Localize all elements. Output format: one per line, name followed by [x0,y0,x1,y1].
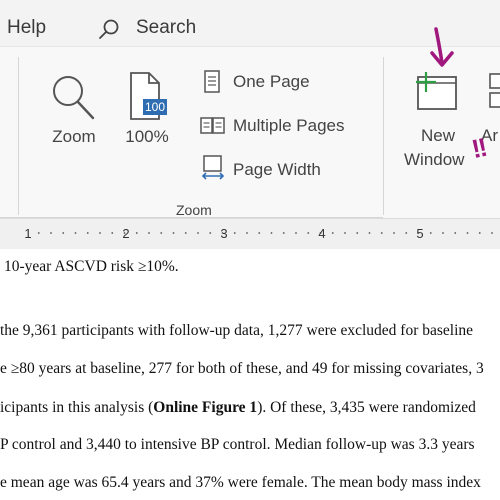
search-icon[interactable] [98,18,120,40]
ruler-tick [295,232,297,234]
one-page-icon [204,70,220,93]
zoom-group-label: Zoom [176,202,212,218]
zoom-button[interactable]: Zoom [38,69,110,179]
multiple-pages-button[interactable]: Multiple Pages [200,113,370,141]
document-line-2: the 9,361 participants with follow-up da… [0,322,474,339]
ribbon-separator [18,57,19,215]
magnifier-icon [53,76,95,120]
ruler-number: 5 [416,226,423,241]
ruler-tick [111,232,114,234]
ruler-tick [148,232,150,234]
ruler-number: 4 [318,226,325,241]
ruler-tick [86,232,89,234]
ruler-tick [99,232,101,234]
zoom-button-label: Zoom [52,127,96,146]
ruler-tick [258,232,261,234]
new-window-label-line1: New [420,126,455,145]
ruler-tick [356,232,359,234]
search-box[interactable]: Search [136,17,196,39]
page-width-icon [201,155,225,180]
document-page[interactable]: 10-year ASCVD risk ≥10%. the 9,361 parti… [0,249,500,500]
new-window-icon [416,72,457,110]
ruler-tick [307,232,310,234]
ruler-tick [368,232,371,234]
ruler-number: 2 [122,226,129,241]
ruler-tick [454,232,457,234]
ruler-tick [62,232,65,234]
ruler-tick [393,232,395,234]
document-line-4: icipants in this analysis (Online Figure… [0,399,476,417]
ruler-tick [478,232,481,234]
ruler-tick [74,232,77,234]
document-line-4-part-2: ). Of these, 3,435 were randomized [257,399,476,416]
hundred-percent-label: 100% [125,127,169,146]
hundred-percent-button[interactable]: 100 100% [117,69,177,179]
document-line-6: e mean age was 65.4 years and 37% were f… [0,474,481,491]
ruler-tick [184,232,187,234]
arrange-all-icon [489,73,500,108]
one-page-button[interactable]: One Page [200,69,360,97]
ruler-number: 3 [220,226,227,241]
ruler-tick [270,232,273,234]
ruler-tick [246,232,248,234]
ribbon-view-tab: Zoom 100 100% One Page Multiple Pages Pa… [0,27,500,219]
ruler-tick [197,232,199,234]
ruler-tick [344,232,346,234]
ruler-tick [50,232,52,234]
annotation-arrow-icon [430,27,454,67]
ruler-tick [380,232,383,234]
multiple-pages-icon [200,117,225,134]
page-100-icon-text: 100 [144,100,166,114]
ruler-tick [429,232,432,234]
ruler-number: 1 [24,226,31,241]
ruler-tick [135,232,138,234]
page-100-icon [130,72,167,120]
help-menu[interactable]: Help [7,17,46,39]
page-width-button[interactable]: Page Width [200,155,360,185]
ruler-tick [331,232,334,234]
ruler-tick [160,232,163,234]
one-page-label: One Page [233,72,310,91]
ruler-tick [405,232,408,234]
page-width-label: Page Width [233,160,321,179]
ruler-tick [209,232,212,234]
ruler-tick [491,232,493,234]
ruler-tick [466,232,469,234]
ruler-tick [282,232,285,234]
ruler-tick [442,232,444,234]
arrange-all-button[interactable]: Ar [480,47,500,187]
multiple-pages-label: Multiple Pages [233,116,345,135]
online-figure-1-ref: Online Figure 1 [153,399,258,416]
ruler-ticks: 1 2 3 4 5 [24,226,493,241]
ruler-tick [37,232,40,234]
document-line-4-part-1: icipants in this analysis ( [0,399,154,416]
document-line-3: e ≥80 years at baseline, 277 for both of… [0,360,484,377]
ruler-tick [233,232,236,234]
ribbon-separator [383,57,384,215]
new-window-label-line2: Window [404,150,465,169]
document-line-5: P control and 3,440 to intensive BP cont… [0,436,475,453]
document-line-1: 10-year ASCVD risk ≥10%. [4,258,179,275]
ruler-tick [172,232,175,234]
horizontal-ruler[interactable]: 1 2 3 4 5 [0,218,500,250]
